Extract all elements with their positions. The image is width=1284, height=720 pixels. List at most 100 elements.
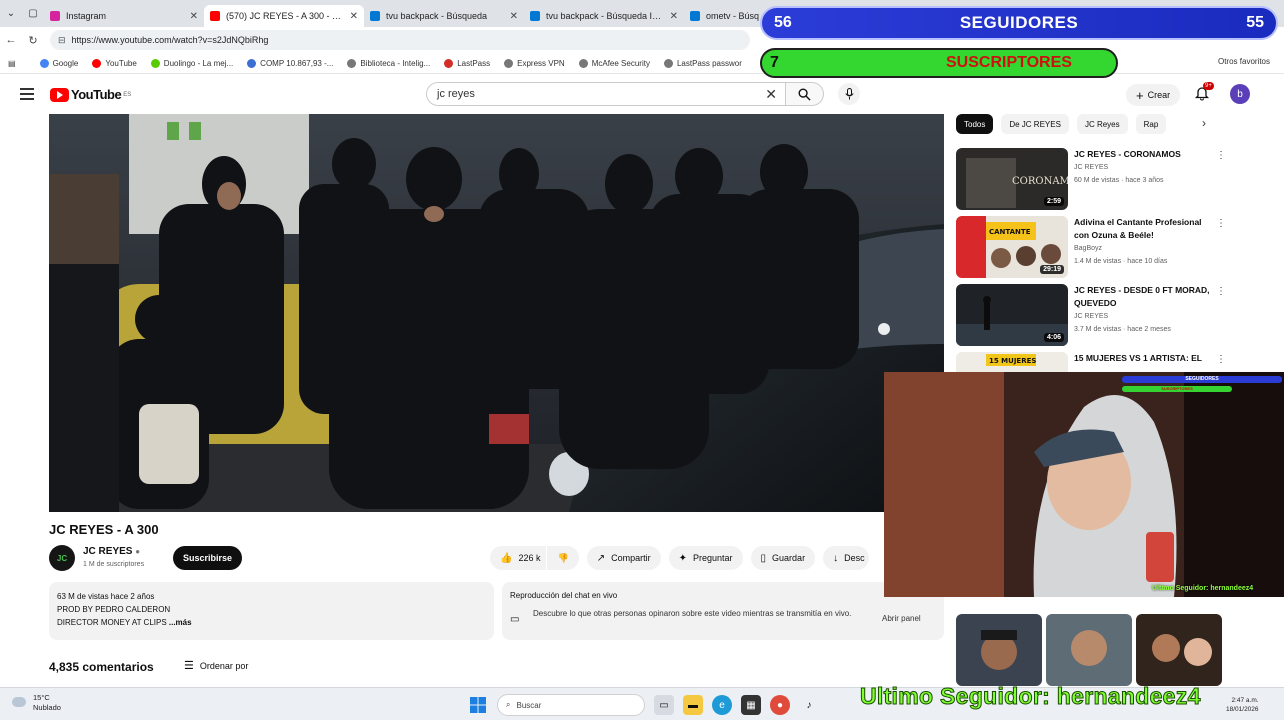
channel-avatar[interactable]: JC [49,545,75,571]
bookmark-item[interactable]: Google [39,58,78,68]
share-button[interactable]: ↗ Compartir [586,546,661,570]
close-tab-icon[interactable]: ✕ [190,11,198,22]
rec-title: JC REYES - DESDE 0 FT MORAD, QUEVEDO [1074,285,1210,308]
notifications-button[interactable]: 9+ [1194,82,1214,103]
back-icon[interactable]: ← [0,34,22,46]
filter-chip[interactable]: Todos [956,114,994,134]
description-box[interactable]: 63 M de vistas hace 2 años PROD BY PEDRO… [49,582,494,640]
bookmark-favicon-icon [247,58,257,68]
save-button[interactable]: ▯ Guardar [750,546,816,570]
more-options-icon[interactable]: ⋮ [1216,218,1226,229]
tab-title: tvu backpack - Búsqueda [386,11,488,21]
windows-start-icon[interactable] [468,695,488,715]
taskbar-search[interactable]: ⌕ Buscar [497,694,645,716]
menu-icon[interactable] [20,88,34,103]
show-more-link[interactable]: ...más [169,618,192,627]
rec-channel: JC REYES [1074,313,1109,320]
browser-tab[interactable]: tvu backpack - Búsqueda Imágene ✕ [524,5,684,27]
bookmark-label: LastPass passwor [676,58,742,68]
open-panel-button[interactable]: Abrir panel [882,614,921,623]
account-avatar[interactable]: b [1230,84,1250,104]
subscribers-goal-overlay: 7 SUSCRIPTORES [760,48,1118,78]
rec-views: 3.7 M de vistas · hace 2 meses [1074,326,1171,333]
subs-count: 7 [770,54,779,71]
browser-tab[interactable]: (570) JC REYES - A 300 - YouT ✕ [204,5,364,27]
tiktok-icon[interactable]: ♪ [799,695,819,715]
channel-name[interactable]: JC REYES ● [83,546,140,557]
bookmark-item[interactable]: Express VPN [504,58,565,68]
region-code: ES [123,91,132,98]
notification-count: 9+ [1203,82,1214,90]
sort-comments-button[interactable]: ☰ Ordenar por [184,659,248,672]
recommendation-4[interactable]: 15 MUJERES 15 MUJERES VS 1 ARTISTA: EL ⋮ [956,352,1236,372]
more-options-icon[interactable]: ⋮ [1216,150,1226,161]
bookmark-item[interactable]: Biblioteca - Intelig... [347,58,430,68]
tab-favicon-icon [210,11,220,21]
task-view-icon[interactable]: ▭ [654,695,674,715]
edge-icon[interactable]: e [712,695,732,715]
plus-icon: + [1136,87,1144,103]
followers-current: 56 [774,14,792,31]
webcam-image [884,372,1284,597]
download-button[interactable]: ↓ Desc [823,546,869,570]
bookmark-item[interactable]: YouTube [92,58,137,68]
refresh-icon[interactable]: ↻ [22,34,44,47]
followers-goal-overlay: 56 SEGUIDORES 55 [760,6,1278,40]
voice-search-button[interactable] [838,83,860,105]
bookmark-item[interactable]: McAfee Security [578,58,650,68]
browser-tab[interactable]: tvu backpack - Búsqueda ✕ [364,5,524,27]
bookmark-item[interactable]: COMP 10.867,93 -... [247,58,333,68]
subscribe-button[interactable]: Suscribirse [173,546,243,570]
tab-menu-icon[interactable]: ⌄ [0,0,22,27]
taskbar-search-label: Buscar [516,700,542,710]
more-options-icon[interactable]: ⋮ [1216,286,1226,297]
search-button[interactable] [786,82,824,106]
clear-search-icon[interactable]: ✕ [765,86,777,103]
tab-title: (570) JC REYES - A 300 - YouT [226,11,346,21]
recommendation-3[interactable]: 4:06 JC REYES - DESDE 0 FT MORAD, QUEVED… [956,284,1236,346]
bookmark-item[interactable]: Duolingo - La mej... [150,58,233,68]
file-explorer-icon[interactable]: ▬ [683,695,703,715]
rec-thumbnail[interactable] [1046,614,1132,686]
filter-chip[interactable]: Rap [1135,114,1167,134]
filter-chip[interactable]: De JC REYES [1001,114,1069,134]
system-clock[interactable]: 2:47 a.m. 18/01/2026 [1226,696,1259,714]
search-input[interactable]: jc reyes ✕ [426,82,786,106]
svg-text:15 MUJERES: 15 MUJERES [989,357,1036,365]
other-favorites[interactable]: Otros favoritos [1218,57,1270,66]
bookmark-item[interactable]: LastPass [444,58,490,68]
like-count: 226 k [518,553,541,563]
create-button[interactable]: + Crear [1126,84,1181,106]
video-player[interactable] [49,114,944,512]
like-button[interactable]: 👍 226 k [490,546,547,570]
bookmark-item[interactable]: LastPass passwor [663,58,742,68]
chrome-icon[interactable]: ● [770,695,790,715]
weather-widget[interactable]: 15°C Nublado [12,693,61,713]
chevron-right-icon[interactable]: › [1202,116,1206,130]
more-options-icon[interactable]: ⋮ [1216,354,1226,365]
close-tab-icon[interactable]: ✕ [670,11,678,22]
url-text: https://www.youtube.com/watch?v=s2JdNQbi… [71,35,269,45]
youtube-logo[interactable]: YouTube ES [50,87,131,102]
rec-thumbnail[interactable] [1136,614,1222,686]
close-tab-icon[interactable]: ✕ [510,11,518,22]
rec-thumbnail[interactable] [956,614,1042,686]
rec-thumbnail: CORONAMOS 2:59 [956,148,1068,210]
bookmark-app-icon[interactable]: ▤ [8,59,16,68]
download-icon: ↓ [833,552,839,564]
url-field[interactable]: ⊟ https://www.youtube.com/watch?v=s2JdNQ… [50,30,750,50]
close-tab-icon[interactable]: ✕ [350,11,358,22]
ask-button[interactable]: ✦ Preguntar [668,546,743,570]
download-label: Desc [844,553,865,563]
recommendation-1[interactable]: CORONAMOS 2:59 JC REYES - CORONAMOS JC R… [956,148,1236,210]
store-icon[interactable]: ▦ [741,695,761,715]
recommendation-2[interactable]: CANTANTE 29:19 Adivina el Cantante Profe… [956,216,1236,278]
dislike-button[interactable]: 👎 [547,546,579,570]
workspaces-icon[interactable]: ▢ [22,0,44,27]
cam-last-follower: Ultimo Seguidor: hernandeez4 [1152,585,1254,592]
browser-tab[interactable]: Instagram ✕ [44,5,204,27]
bookmark-label: YouTube [105,58,137,68]
site-info-icon[interactable]: ⊟ [58,35,66,46]
filter-chip[interactable]: JC Reyes [1076,114,1128,134]
sparkle-icon: ✦ [678,552,687,564]
